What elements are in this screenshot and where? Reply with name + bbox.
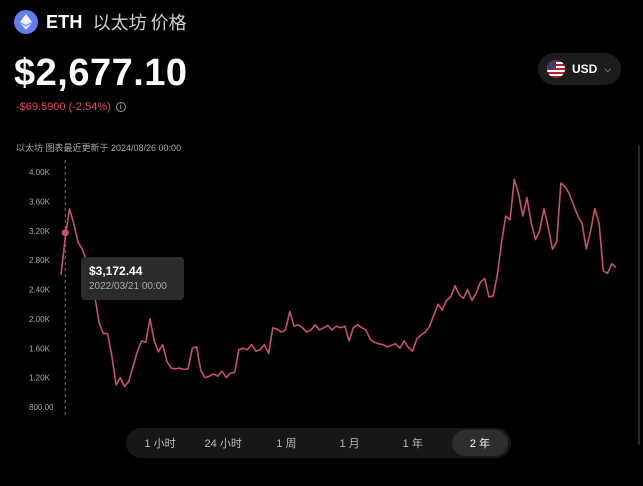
price-change-value: -$69.5900 (-2.54%) [16, 101, 111, 113]
y-tick-label: 3.60K [29, 197, 51, 206]
coin-symbol: ETH [46, 11, 83, 32]
title-suffix: 价格 [150, 13, 187, 33]
highlight-point [61, 229, 69, 237]
currency-label: USD [572, 62, 598, 76]
y-tick-label: 4.00K [29, 168, 51, 177]
currency-selector[interactable]: USD ⌵ [538, 53, 621, 85]
range-button-1[interactable]: 1 小时 [136, 430, 184, 456]
range-button-4[interactable]: 1 月 [326, 430, 374, 456]
range-button-6[interactable]: 2 年 [451, 430, 508, 456]
tooltip-date: 2022/03/21 00:00 [89, 281, 167, 292]
price-change: -$69.5900 (-2.54%) i [16, 101, 126, 113]
chevron-down-icon: ⌵ [604, 63, 612, 74]
us-flag-icon [547, 60, 565, 78]
info-icon[interactable]: i [115, 102, 126, 112]
range-button-2[interactable]: 24 小时 [199, 430, 247, 456]
y-tick-label: 1.20K [29, 374, 51, 383]
range-button-3[interactable]: 1 周 [262, 430, 310, 456]
chart-tooltip: $3,172.44 2022/03/21 00:00 [81, 257, 184, 300]
y-tick-label: 2.80K [29, 256, 51, 265]
tooltip-price: $3,172.44 [89, 264, 143, 278]
ethereum-icon [14, 10, 38, 34]
range-button-5[interactable]: 1 年 [389, 430, 437, 456]
y-tick-label: 2.00K [29, 315, 51, 324]
y-tick-label: 2.40K [29, 286, 51, 295]
y-tick-label: 1.60K [29, 344, 51, 353]
coin-header: ETH 以太坊 价格 [14, 9, 187, 35]
y-tick-label: 3.20K [29, 227, 51, 236]
y-tick-label: 800.00 [29, 403, 54, 412]
coin-name: 以太坊 [92, 13, 147, 33]
current-price: $2,677.10 [14, 52, 188, 94]
time-range-selector: 1 小时 24 小时 1 周 1 月 1 年 2 年 [126, 428, 511, 458]
